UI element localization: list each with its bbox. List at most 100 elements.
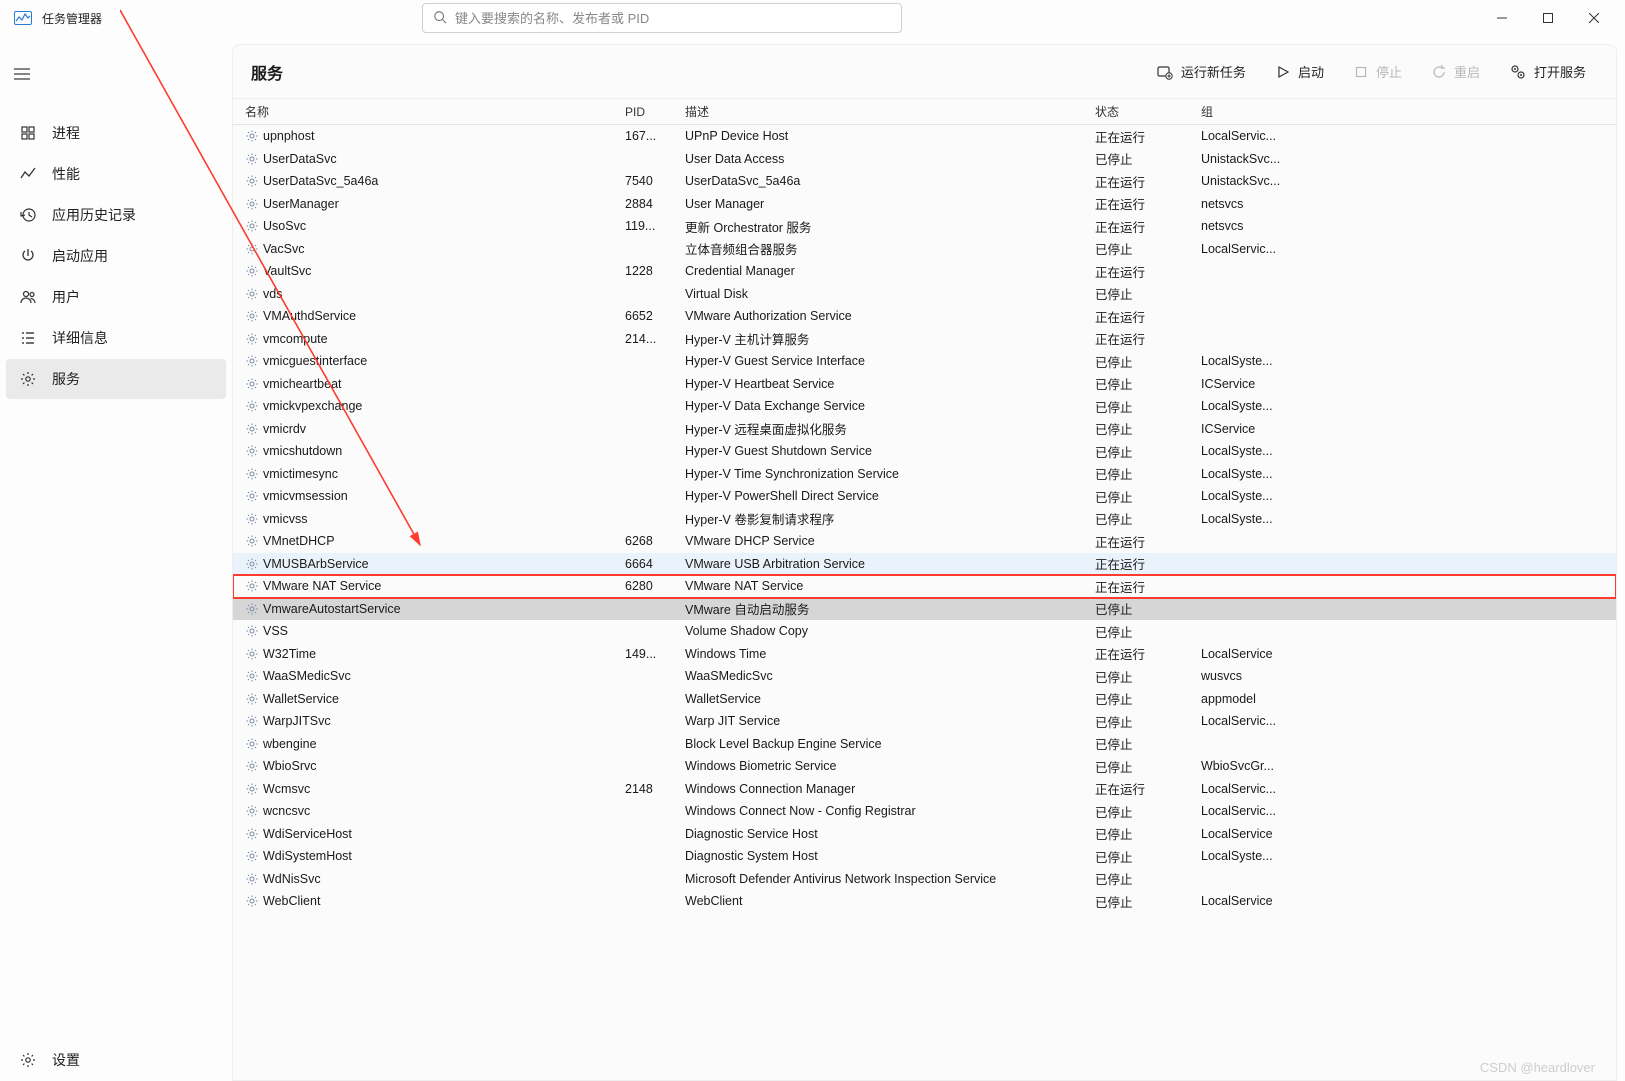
sidebar-item-startup[interactable]: 启动应用 — [6, 236, 226, 276]
table-row[interactable]: WdiSystemHostDiagnostic System Host已停止Lo… — [233, 845, 1616, 868]
table-body[interactable]: upnphost167...UPnP Device Host正在运行LocalS… — [233, 125, 1616, 1080]
stop-button[interactable]: 停止 — [1342, 55, 1414, 89]
col-desc[interactable]: 描述 — [681, 103, 1091, 120]
cell-name: WbioSrvc — [241, 759, 621, 773]
search-box[interactable] — [422, 3, 902, 33]
cell-pid: 6664 — [621, 557, 681, 571]
table-row[interactable]: wbengineBlock Level Backup Engine Servic… — [233, 733, 1616, 756]
maximize-button[interactable] — [1525, 2, 1571, 34]
table-row[interactable]: VMUSBArbService6664VMware USB Arbitratio… — [233, 553, 1616, 576]
cell-group: UnistackSvc... — [1197, 152, 1337, 166]
cell-pid: 149... — [621, 647, 681, 661]
cell-group: LocalService — [1197, 827, 1337, 841]
table-row[interactable]: vmicheartbeatHyper-V Heartbeat Service已停… — [233, 373, 1616, 396]
toolbar: 运行新任务 启动 停止 重启 — [1145, 55, 1598, 89]
service-icon — [245, 287, 259, 301]
table-row[interactable]: vdsVirtual Disk已停止 — [233, 283, 1616, 306]
start-button[interactable]: 启动 — [1264, 55, 1336, 89]
table-header[interactable]: 名称⌃ PID 描述 状态 组 — [233, 99, 1616, 125]
cell-name: WdiSystemHost — [241, 849, 621, 863]
table-row[interactable]: VSSVolume Shadow Copy已停止 — [233, 620, 1616, 643]
table-row[interactable]: VacSvc立体音频组合器服务已停止LocalServic... — [233, 238, 1616, 261]
sidebar-item-details[interactable]: 详细信息 — [6, 318, 226, 358]
hamburger-button[interactable] — [2, 56, 42, 92]
service-icon — [245, 197, 259, 211]
table-row[interactable]: vmickvpexchangeHyper-V Data Exchange Ser… — [233, 395, 1616, 418]
col-status[interactable]: 状态 — [1091, 103, 1197, 120]
body: 进程性能应用历史记录启动应用用户详细信息服务 设置 服务 运行新任务 — [0, 36, 1625, 1081]
table-row[interactable]: WdNisSvcMicrosoft Defender Antivirus Net… — [233, 868, 1616, 891]
restart-button[interactable]: 重启 — [1420, 55, 1492, 89]
cell-desc: VMware 自动启动服务 — [681, 599, 1091, 618]
service-icon — [245, 242, 259, 256]
services-icon — [1510, 64, 1526, 80]
service-icon — [245, 647, 259, 661]
table-row[interactable]: vmicrdvHyper-V 远程桌面虚拟化服务已停止ICService — [233, 418, 1616, 441]
table-row[interactable]: WaaSMedicSvcWaaSMedicSvc已停止wusvcs — [233, 665, 1616, 688]
table-row[interactable]: vmicvssHyper-V 卷影复制请求程序已停止LocalSyste... — [233, 508, 1616, 531]
service-icon — [245, 129, 259, 143]
table-row[interactable]: WebClientWebClient已停止LocalService — [233, 890, 1616, 913]
sidebar-item-settings[interactable]: 设置 — [6, 1040, 226, 1080]
services-table: 名称⌃ PID 描述 状态 组 upnphost167...UPnP Devic… — [233, 99, 1616, 1080]
table-row[interactable]: vmicshutdownHyper-V Guest Shutdown Servi… — [233, 440, 1616, 463]
search-input[interactable] — [455, 11, 891, 26]
table-row[interactable]: WbioSrvcWindows Biometric Service已停止Wbio… — [233, 755, 1616, 778]
cell-name: vmicguestinterface — [241, 354, 621, 368]
col-pid[interactable]: PID — [621, 105, 681, 119]
cell-group: ICService — [1197, 377, 1337, 391]
sidebar-item-processes[interactable]: 进程 — [6, 113, 226, 153]
table-row[interactable]: vmicvmsessionHyper-V PowerShell Direct S… — [233, 485, 1616, 508]
table-row[interactable]: vmicguestinterface Hyper-V Guest Service … — [233, 350, 1616, 373]
cell-desc: Windows Connection Manager — [681, 782, 1091, 796]
sidebar-item-users[interactable]: 用户 — [6, 277, 226, 317]
table-row[interactable]: UsoSvc119...更新 Orchestrator 服务正在运行netsvc… — [233, 215, 1616, 238]
sidebar-item-performance[interactable]: 性能 — [6, 154, 226, 194]
table-row[interactable]: VMAuthdService6652VMware Authorization S… — [233, 305, 1616, 328]
table-row[interactable]: VmwareAutostartServiceVMware 自动启动服务已停止 — [233, 598, 1616, 621]
col-name[interactable]: 名称⌃ — [241, 103, 621, 120]
sidebar-item-history[interactable]: 应用历史记录 — [6, 195, 226, 235]
table-row[interactable]: VMware NAT Service6280VMware NAT Service… — [233, 575, 1616, 598]
table-row[interactable]: wcncsvcWindows Connect Now - Config Regi… — [233, 800, 1616, 823]
service-icon — [245, 354, 259, 368]
minimize-button[interactable] — [1479, 2, 1525, 34]
new-task-button[interactable]: 运行新任务 — [1145, 55, 1258, 89]
table-row[interactable]: UserManager2884User Manager正在运行netsvcs — [233, 193, 1616, 216]
cell-desc: Hyper-V Guest Service Interface — [681, 354, 1091, 368]
service-icon — [245, 827, 259, 841]
table-row[interactable]: vmictimesyncHyper-V Time Synchronization… — [233, 463, 1616, 486]
table-row[interactable]: UserDataSvc_5a46a7540UserDataSvc_5a46a正在… — [233, 170, 1616, 193]
cell-name: VacSvc — [241, 242, 621, 256]
cell-group: LocalServic... — [1197, 714, 1337, 728]
table-row[interactable]: WarpJITSvcWarp JIT Service已停止LocalServic… — [233, 710, 1616, 733]
col-group[interactable]: 组 — [1197, 103, 1337, 120]
cell-status: 正在运行 — [1091, 644, 1197, 663]
table-row[interactable]: VaultSvc1228Credential Manager正在运行 — [233, 260, 1616, 283]
cell-name: WaaSMedicSvc — [241, 669, 621, 683]
search-icon — [433, 10, 447, 27]
service-icon — [245, 534, 259, 548]
cell-desc: Virtual Disk — [681, 287, 1091, 301]
main-header: 服务 运行新任务 启动 停止 — [233, 45, 1616, 99]
cell-desc: Block Level Backup Engine Service — [681, 737, 1091, 751]
table-row[interactable]: UserDataSvcUser Data Access已停止UnistackSv… — [233, 148, 1616, 171]
open-services-button[interactable]: 打开服务 — [1498, 55, 1598, 89]
processes-icon — [18, 125, 38, 141]
table-row[interactable]: WdiServiceHostDiagnostic Service Host已停止… — [233, 823, 1616, 846]
sidebar-item-services[interactable]: 服务 — [6, 359, 226, 399]
table-row[interactable]: WalletServiceWalletService已停止appmodel — [233, 688, 1616, 711]
cell-pid: 2884 — [621, 197, 681, 211]
table-row[interactable]: W32Time149...Windows Time正在运行LocalServic… — [233, 643, 1616, 666]
cell-status: 已停止 — [1091, 442, 1197, 461]
table-row[interactable]: upnphost167...UPnP Device Host正在运行LocalS… — [233, 125, 1616, 148]
service-icon — [245, 467, 259, 481]
service-icon — [245, 399, 259, 413]
table-row[interactable]: Wcmsvc2148Windows Connection Manager正在运行… — [233, 778, 1616, 801]
cell-status: 已停止 — [1091, 689, 1197, 708]
cell-group: WbioSvcGr... — [1197, 759, 1337, 773]
table-row[interactable]: vmcompute214...Hyper-V 主机计算服务正在运行 — [233, 328, 1616, 351]
table-row[interactable]: VMnetDHCP6268VMware DHCP Service正在运行 — [233, 530, 1616, 553]
close-button[interactable] — [1571, 2, 1617, 34]
cell-status: 正在运行 — [1091, 307, 1197, 326]
